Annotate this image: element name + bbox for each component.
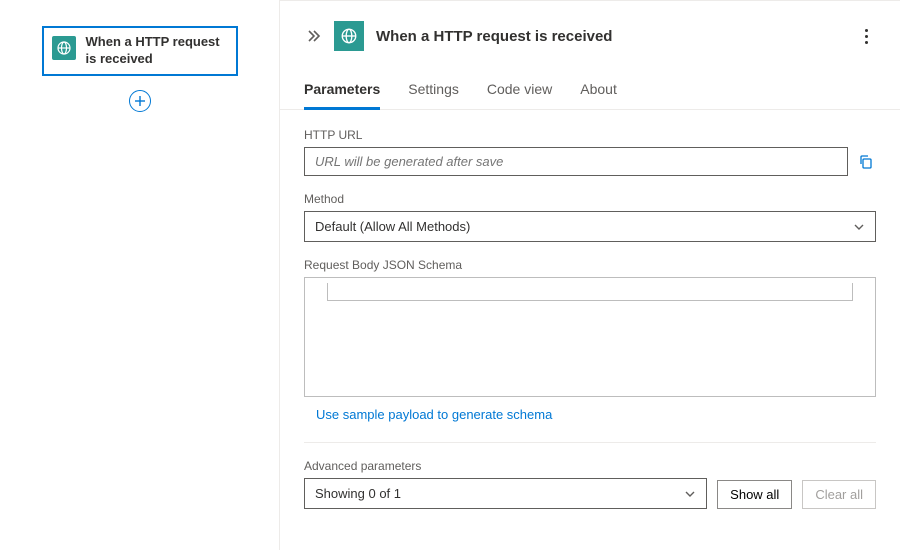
collapse-icon[interactable] xyxy=(304,29,322,43)
trigger-label: When a HTTP request is received xyxy=(86,34,228,68)
trigger-card[interactable]: When a HTTP request is received xyxy=(42,26,238,76)
http-url-field: HTTP URL xyxy=(304,128,876,176)
tab-about[interactable]: About xyxy=(580,71,617,109)
advanced-label: Advanced parameters xyxy=(304,459,707,473)
advanced-select[interactable]: Showing 0 of 1 xyxy=(304,478,707,509)
schema-field: Request Body JSON Schema Use sample payl… xyxy=(304,258,876,422)
schema-inner-frame xyxy=(327,283,853,301)
sample-payload-link[interactable]: Use sample payload to generate schema xyxy=(304,407,552,422)
method-select[interactable]: Default (Allow All Methods) xyxy=(304,211,876,242)
clear-all-button: Clear all xyxy=(802,480,876,509)
method-label: Method xyxy=(304,192,876,206)
copy-icon[interactable] xyxy=(856,152,876,172)
parameters-content: HTTP URL Method Default (Allow All Metho… xyxy=(280,110,900,550)
more-menu-button[interactable] xyxy=(857,25,876,48)
method-field: Method Default (Allow All Methods) xyxy=(304,192,876,242)
panel-title: When a HTTP request is received xyxy=(376,28,845,45)
detail-panel: When a HTTP request is received Paramete… xyxy=(280,0,900,550)
tab-bar: Parameters Settings Code view About xyxy=(280,71,900,110)
left-canvas-pane: When a HTTP request is received xyxy=(0,0,280,550)
method-value: Default (Allow All Methods) xyxy=(315,219,470,234)
http-url-label: HTTP URL xyxy=(304,128,876,142)
schema-textarea[interactable] xyxy=(304,277,876,397)
chevron-down-icon xyxy=(853,221,865,233)
advanced-parameters-row: Advanced parameters Showing 0 of 1 Show … xyxy=(304,459,876,509)
show-all-button[interactable]: Show all xyxy=(717,480,792,509)
chevron-down-icon xyxy=(684,488,696,500)
add-step-button[interactable] xyxy=(129,90,151,112)
detail-header: When a HTTP request is received xyxy=(280,1,900,61)
http-request-icon xyxy=(52,36,76,60)
schema-label: Request Body JSON Schema xyxy=(304,258,876,272)
http-request-icon xyxy=(334,21,364,51)
tab-code-view[interactable]: Code view xyxy=(487,71,552,109)
http-url-input[interactable] xyxy=(304,147,848,176)
advanced-value: Showing 0 of 1 xyxy=(315,486,401,501)
tab-parameters[interactable]: Parameters xyxy=(304,71,380,109)
divider xyxy=(304,442,876,443)
tab-settings[interactable]: Settings xyxy=(408,71,459,109)
